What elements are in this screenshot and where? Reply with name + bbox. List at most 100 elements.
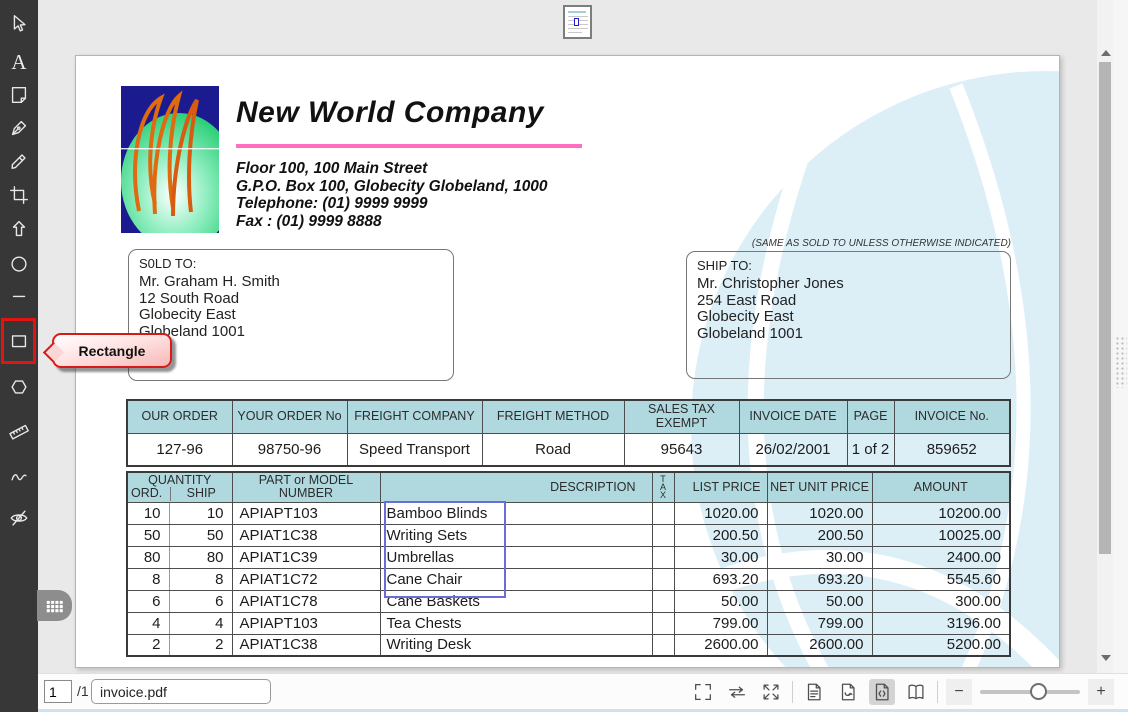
company-address: Floor 100, 100 Main Street G.P.O. Box 10… bbox=[236, 160, 548, 230]
thumb-line bbox=[568, 11, 586, 13]
tools-sidebar: A bbox=[0, 0, 38, 712]
ship-note: (SAME AS SOLD TO UNLESS OTHERWISE INDICA… bbox=[751, 238, 1011, 249]
order-value-row: 127-96 98750-96 Speed Transport Road 956… bbox=[126, 432, 1011, 467]
ship-to-line: Globeland 1001 bbox=[697, 324, 803, 342]
cell: Road bbox=[481, 432, 625, 467]
freehand-tool-button[interactable] bbox=[0, 459, 38, 495]
cell: 2 bbox=[168, 633, 233, 657]
cell: 4 bbox=[126, 611, 170, 635]
rectangle-annotation[interactable] bbox=[384, 501, 506, 598]
page-with-arrow-icon bbox=[841, 683, 855, 701]
cell: 799.00 bbox=[766, 611, 873, 635]
address-line: G.P.O. Box 100, Globecity Globeland, 100… bbox=[236, 177, 548, 195]
cell: 4 bbox=[168, 611, 233, 635]
bottom-toolbar: /1 − + bbox=[38, 673, 1128, 709]
document-view-button[interactable] bbox=[801, 679, 827, 705]
col-header-quantity: QUANTITY ORD. SHIP bbox=[126, 471, 233, 503]
cell: 859652 bbox=[893, 432, 1011, 467]
ruler-icon bbox=[9, 424, 29, 440]
col-header-tax: TAX bbox=[651, 471, 675, 503]
col-header: PAGE bbox=[846, 399, 895, 434]
company-logo bbox=[121, 86, 219, 233]
select-tool-button[interactable] bbox=[0, 6, 38, 42]
ellipse-tool-button[interactable] bbox=[0, 246, 38, 282]
col-header: OUR ORDER bbox=[126, 399, 233, 434]
filename-input[interactable] bbox=[91, 679, 271, 704]
crop-icon bbox=[10, 186, 28, 204]
cell: 50 bbox=[126, 523, 170, 547]
ruler-tool-button[interactable] bbox=[0, 414, 38, 450]
hexagon-icon bbox=[11, 380, 27, 394]
zoom-slider-knob[interactable] bbox=[1030, 683, 1047, 700]
sold-to-line: 12 South Road bbox=[139, 289, 240, 307]
arrow-tool-button[interactable] bbox=[0, 211, 38, 247]
line-icon bbox=[12, 295, 26, 298]
page-thumbnail[interactable] bbox=[563, 5, 592, 39]
hide-annotations-tool-button[interactable] bbox=[0, 500, 38, 536]
page-code-view-button[interactable] bbox=[869, 679, 895, 705]
text-tool-button[interactable]: A bbox=[0, 44, 38, 80]
cell: 80 bbox=[126, 545, 170, 569]
highlighter-tool-button[interactable] bbox=[0, 143, 38, 179]
cell: Writing Desk bbox=[379, 633, 653, 657]
sold-to-line: Globeland 1001 bbox=[139, 322, 245, 340]
app-window: New World Company Floor 100, 100 Main St… bbox=[0, 0, 1128, 712]
col-header-list-price: LIST PRICE bbox=[673, 471, 768, 503]
cell: 10025.00 bbox=[871, 523, 1011, 547]
cell: APIAT1C38 bbox=[231, 523, 381, 547]
book-view-button[interactable] bbox=[903, 679, 929, 705]
fit-page-button[interactable] bbox=[758, 679, 784, 705]
cell: 26/02/2001 bbox=[738, 432, 848, 467]
item-row: 2 2 APIAT1C38 Writing Desk 2600.00 2600.… bbox=[126, 633, 1011, 657]
sold-to-line: Mr. Graham H. Smith bbox=[139, 273, 280, 290]
cell bbox=[651, 545, 675, 569]
zoom-out-button[interactable]: − bbox=[946, 679, 972, 705]
cell: 8 bbox=[126, 567, 170, 591]
page-number-input[interactable] bbox=[44, 680, 72, 703]
col-header: INVOICE DATE bbox=[738, 399, 848, 434]
scroll-down-arrow-icon[interactable] bbox=[1101, 655, 1111, 661]
rectangle-tool-button[interactable] bbox=[0, 323, 38, 359]
cell: 8 bbox=[168, 567, 233, 591]
line-tool-button[interactable] bbox=[0, 278, 38, 314]
cell bbox=[651, 611, 675, 635]
fullscreen-icon bbox=[695, 684, 711, 700]
cell: 5545.60 bbox=[871, 567, 1011, 591]
item-row: 50 50 APIAT1C38 Writing Sets 200.50 200.… bbox=[126, 523, 1011, 547]
cell: Tea Chests bbox=[379, 611, 653, 635]
crop-tool-button[interactable] bbox=[0, 177, 38, 213]
col-header: FREIGHT METHOD bbox=[481, 399, 625, 434]
ship-to-label: SHIP TO: bbox=[697, 258, 752, 273]
note-tool-button[interactable] bbox=[0, 77, 38, 113]
zoom-in-button[interactable]: + bbox=[1088, 679, 1114, 705]
cell: 2400.00 bbox=[871, 545, 1011, 569]
cell: 200.50 bbox=[766, 523, 873, 547]
cell: 200.50 bbox=[673, 523, 768, 547]
cell: APIAPT103 bbox=[231, 501, 381, 525]
toolbar-separator bbox=[792, 681, 793, 703]
resize-gripper[interactable] bbox=[1115, 336, 1127, 388]
scroll-up-arrow-icon[interactable] bbox=[1101, 50, 1111, 56]
scrollbar-thumb[interactable] bbox=[1099, 62, 1111, 554]
cell: Speed Transport bbox=[346, 432, 483, 467]
fit-width-button[interactable] bbox=[724, 679, 750, 705]
pdf-page: New World Company Floor 100, 100 Main St… bbox=[75, 55, 1060, 668]
zoom-slider[interactable] bbox=[980, 679, 1080, 705]
cell: 693.20 bbox=[766, 567, 873, 591]
fullscreen-button[interactable] bbox=[690, 679, 716, 705]
page-code-icon bbox=[875, 683, 889, 701]
polygon-tool-button[interactable] bbox=[0, 369, 38, 405]
cell: 1020.00 bbox=[766, 501, 873, 525]
tool-tooltip: Rectangle bbox=[52, 333, 172, 368]
book-icon bbox=[908, 684, 924, 700]
fit-width-icon bbox=[729, 686, 745, 698]
page-scroll-view-button[interactable] bbox=[835, 679, 861, 705]
vertical-scrollbar[interactable] bbox=[1097, 0, 1113, 673]
sold-to-box: S0LD TO: Mr. Graham H. Smith 12 South Ro… bbox=[128, 249, 454, 381]
pen-tool-button[interactable] bbox=[0, 110, 38, 146]
text-icon: A bbox=[11, 49, 27, 74]
grid-panel-button[interactable] bbox=[37, 590, 72, 621]
company-name: New World Company bbox=[236, 96, 544, 129]
cell: 50.00 bbox=[766, 589, 873, 613]
cell bbox=[651, 589, 675, 613]
